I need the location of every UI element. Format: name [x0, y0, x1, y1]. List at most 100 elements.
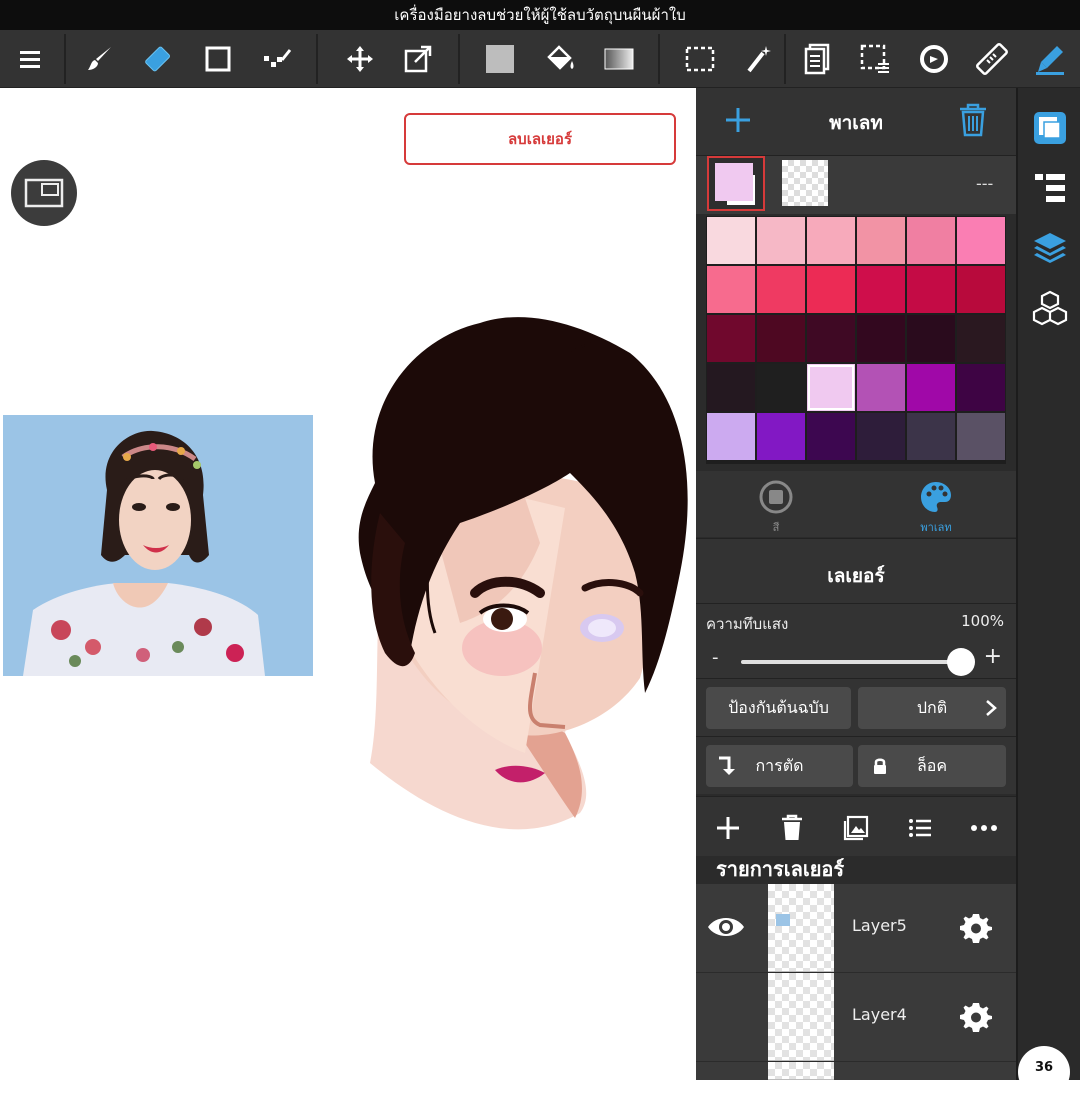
dot-tool-icon[interactable]	[255, 37, 299, 81]
layers-icon	[1034, 233, 1066, 263]
palette-color-swatch[interactable]	[957, 315, 1005, 362]
palette-color-swatch[interactable]	[757, 364, 805, 411]
list-icon	[1035, 174, 1065, 202]
gear-icon[interactable]	[958, 999, 994, 1035]
tab-palette[interactable]: พาเลท	[876, 479, 996, 536]
gradient-icon[interactable]	[597, 37, 641, 81]
layer-list-icon[interactable]	[903, 811, 937, 845]
clipping-button[interactable]: การตัด	[706, 745, 853, 787]
add-layer-icon[interactable]	[711, 811, 745, 845]
visibility-toggle[interactable]	[696, 884, 756, 972]
palette-color-swatch[interactable]	[857, 217, 905, 264]
move-icon[interactable]	[338, 37, 382, 81]
eraser-icon[interactable]	[137, 37, 181, 81]
sidebar-layers-button[interactable]	[1028, 226, 1072, 270]
tab-color[interactable]: สี	[716, 479, 836, 536]
navigator-button[interactable]	[11, 160, 77, 226]
sidebar-materials-button[interactable]	[1028, 286, 1072, 330]
blend-mode-button[interactable]: ปกติ	[858, 687, 1006, 729]
palette-color-swatch[interactable]	[957, 413, 1005, 460]
bucket-icon[interactable]	[538, 37, 582, 81]
more-options-icon[interactable]	[967, 811, 1001, 845]
palette-icon	[921, 482, 951, 512]
rotate-icon[interactable]	[912, 37, 956, 81]
palette-color-swatch[interactable]	[757, 413, 805, 460]
palette-color-swatch[interactable]	[707, 266, 755, 313]
palette-color-swatch[interactable]	[907, 364, 955, 411]
palette-tabs: สี พาเลท	[696, 471, 1016, 537]
sidebar-brush-list-button[interactable]	[1028, 166, 1072, 210]
navigator-icon	[24, 178, 64, 208]
palette-color-swatch[interactable]	[807, 413, 855, 460]
cubes-icon	[1032, 290, 1068, 326]
palette-color-swatch[interactable]	[707, 413, 755, 460]
layer-name: Layer5	[852, 916, 907, 935]
copy-icon[interactable]	[795, 37, 839, 81]
main-toolbar	[0, 30, 1080, 88]
opacity-minus-button[interactable]: -	[712, 647, 719, 668]
layer-tools-row	[696, 796, 1016, 856]
visibility-toggle[interactable]	[696, 973, 756, 1061]
palette-color-swatch[interactable]	[907, 413, 955, 460]
transform-icon[interactable]	[396, 37, 440, 81]
transparent-swatch[interactable]	[782, 160, 828, 206]
brush-icon[interactable]	[78, 37, 122, 81]
palette-color-swatch[interactable]	[807, 315, 855, 362]
palette-color-swatch[interactable]	[957, 217, 1005, 264]
palette-color-swatch[interactable]	[807, 217, 855, 264]
opacity-plus-button[interactable]: +	[984, 644, 1002, 669]
pen-active-icon[interactable]	[1028, 37, 1072, 81]
layer-row[interactable]: Layer4	[696, 973, 1016, 1061]
layer-row[interactable]: Layer5	[696, 884, 1016, 972]
palette-color-swatch[interactable]	[857, 364, 905, 411]
drawing-canvas[interactable]: ลบเลเยอร์	[0, 88, 696, 1080]
reference-photo[interactable]	[3, 415, 313, 676]
layer-clip-row: การตัด ล็อค	[696, 736, 1016, 794]
palette-color-swatch[interactable]	[757, 315, 805, 362]
rectangle-icon[interactable]	[196, 37, 240, 81]
right-sidebar	[1016, 88, 1080, 1080]
palette-color-swatch[interactable]	[757, 266, 805, 313]
ruler-icon[interactable]	[970, 37, 1014, 81]
palette-color-swatch[interactable]	[707, 364, 755, 411]
fill-color-icon[interactable]	[478, 37, 522, 81]
sidebar-color-button[interactable]	[1028, 106, 1072, 150]
palette-color-swatch[interactable]	[707, 315, 755, 362]
palette-color-swatch[interactable]	[957, 364, 1005, 411]
menu-icon[interactable]	[8, 37, 52, 81]
gear-icon[interactable]	[958, 910, 994, 946]
palette-color-swatch[interactable]	[857, 266, 905, 313]
layer-thumbnail	[768, 1062, 834, 1080]
delete-layer-button[interactable]: ลบเลเยอร์	[404, 113, 676, 165]
magic-wand-icon[interactable]	[736, 37, 780, 81]
palette-color-swatch[interactable]	[857, 315, 905, 362]
side-panel: พาเลท --- สี พาเลท เลเยอร์ ความทึบแสง 10…	[696, 88, 1016, 1080]
layer-row[interactable]	[696, 1062, 1016, 1080]
opacity-slider-handle[interactable]	[947, 648, 975, 676]
selection-icon[interactable]	[678, 37, 722, 81]
palette-color-swatch[interactable]	[907, 217, 955, 264]
palette-color-swatch[interactable]	[807, 364, 855, 411]
lock-button[interactable]: ล็อค	[858, 745, 1006, 787]
caption-bar: เครื่องมือยางลบช่วยให้ผู้ใช้ลบวัตถุบนผืน…	[0, 0, 1080, 30]
protect-alpha-button[interactable]: ป้องกันต้นฉบับ	[706, 687, 851, 729]
layer-thumbnail	[768, 973, 834, 1061]
palette-color-swatch[interactable]	[757, 217, 805, 264]
palette-color-swatch[interactable]	[907, 266, 955, 313]
trash-icon[interactable]	[956, 102, 990, 138]
palette-color-swatch[interactable]	[807, 266, 855, 313]
palette-color-swatch[interactable]	[907, 315, 955, 362]
palette-color-swatch[interactable]	[857, 413, 905, 460]
lock-icon	[874, 758, 886, 774]
deselect-icon[interactable]	[853, 37, 897, 81]
delete-layer-icon[interactable]	[775, 811, 809, 845]
tab-color-label: สี	[772, 521, 780, 534]
opacity-slider[interactable]	[741, 660, 961, 664]
palette-color-swatch[interactable]	[957, 266, 1005, 313]
thumbnail-photo	[776, 914, 790, 926]
portrait-painting[interactable]	[340, 293, 696, 838]
image-layer-icon[interactable]	[839, 811, 873, 845]
active-color-swatch[interactable]	[707, 156, 765, 211]
palette-color-swatch[interactable]	[707, 217, 755, 264]
toolbar-separator	[64, 34, 66, 84]
